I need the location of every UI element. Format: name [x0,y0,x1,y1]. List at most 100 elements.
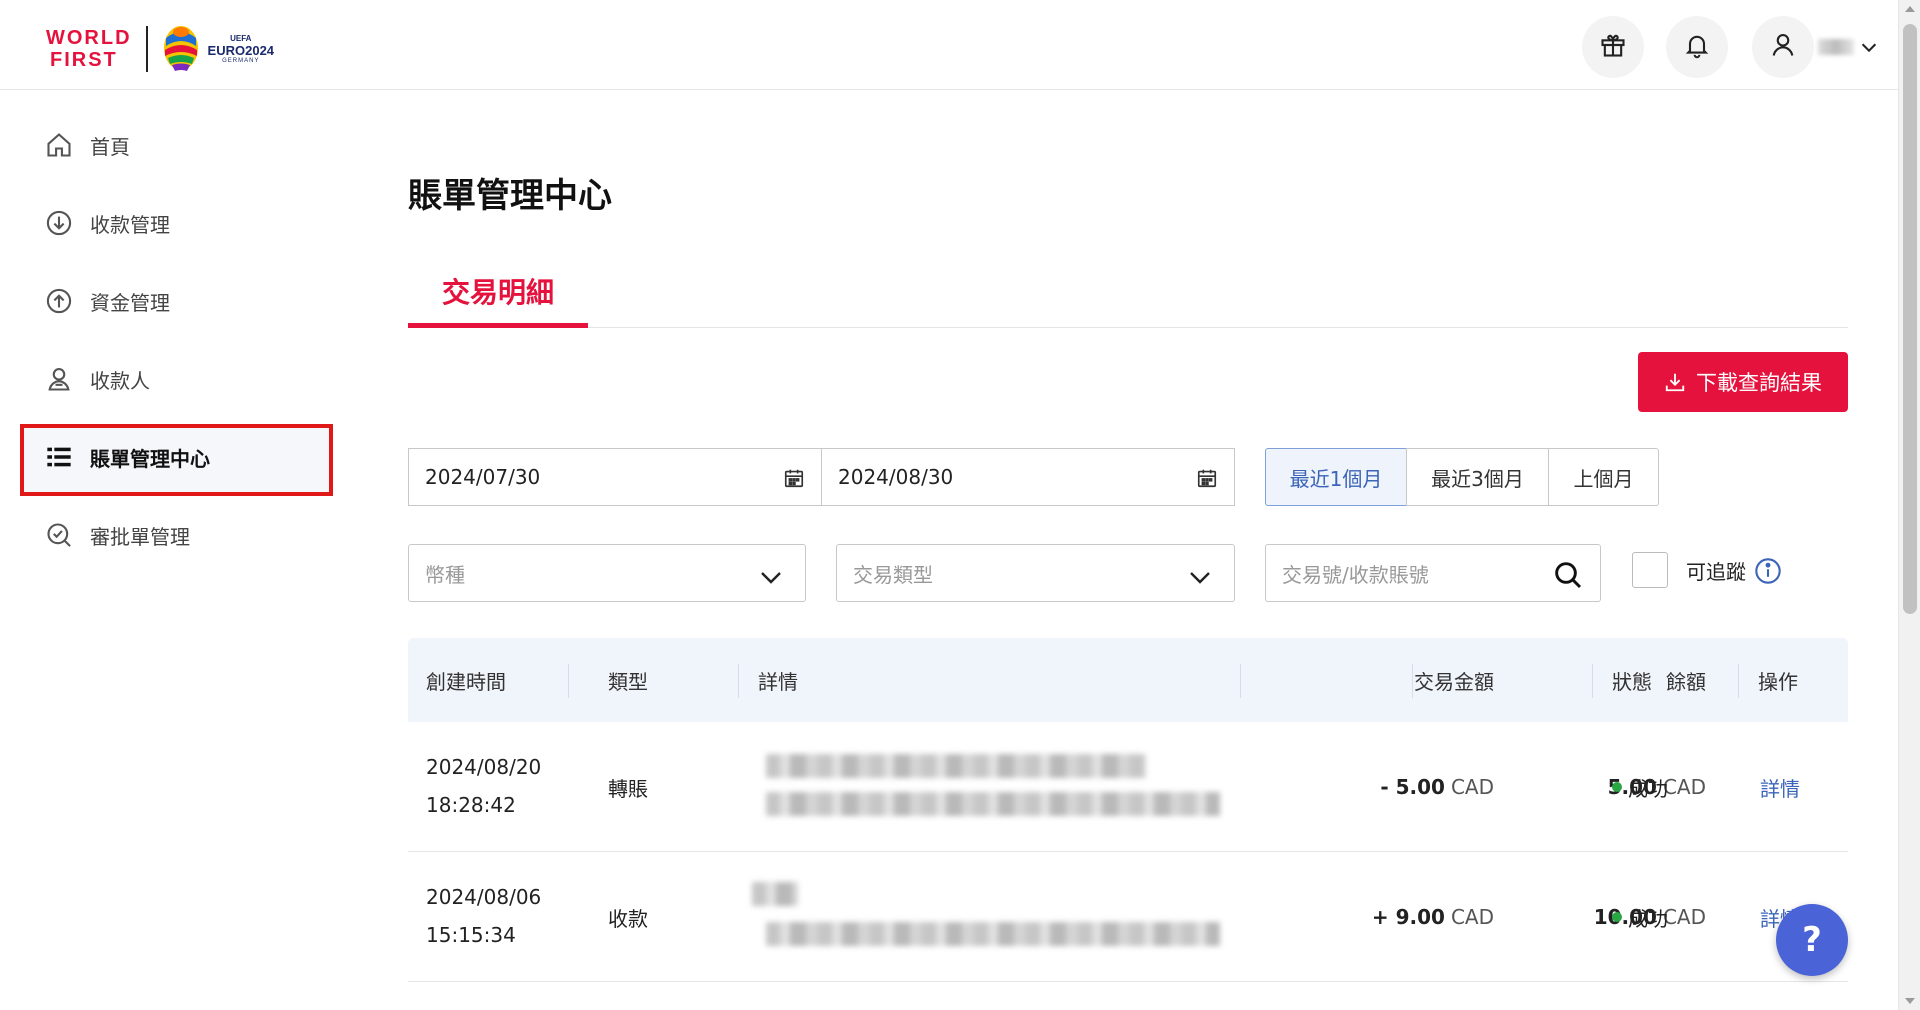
table-row: 2024/08/20 18:28:42 轉賬 - 5.00 CAD 5.00 CAD… [408,722,1848,852]
username-blurred [1818,39,1854,55]
info-icon[interactable] [1754,557,1782,585]
chevron-down-icon [1188,567,1212,591]
transaction-type-placeholder: 交易類型 [853,562,933,587]
row-date: 2024/08/06 [426,885,542,909]
header-created-time: 創建時間 [426,669,506,694]
download-icon [1664,371,1686,393]
amount-cell: - 5.00 CAD [1278,722,1494,852]
bell-icon [1683,31,1711,63]
avatar[interactable] [1752,16,1814,78]
top-header: WORLD FIRST UEFA EURO2024 GERMANY [0,0,1898,90]
approval-icon [44,520,74,550]
row-balance-currency: CAD [1662,905,1706,929]
amount-cell: + 9.00 CAD [1278,852,1494,982]
brand-logo[interactable]: WORLD FIRST UEFA EURO2024 GERMANY [46,24,274,74]
euro-2024-badge: UEFA EURO2024 GERMANY [208,34,274,64]
search-input[interactable]: 交易號/收款賬號 [1265,544,1601,602]
header-status: 狀態 [1612,669,1652,694]
row-status: 成功 [1628,776,1668,801]
euro-host: GERMANY [222,58,260,64]
logo-divider [145,26,148,72]
euro-title: EURO2024 [207,43,275,58]
scroll-thumb[interactable] [1903,24,1917,614]
details-redacted-line [752,882,798,906]
row-amount: - 5.00 [1380,775,1445,799]
page-title: 賬單管理中心 [408,176,612,216]
header-details: 詳情 [758,669,798,694]
range-last-3-months[interactable]: 最近3個月 [1406,448,1549,506]
row-amount-currency: CAD [1450,775,1494,799]
gift-button[interactable] [1582,16,1644,78]
currency-select[interactable]: 幣種 [408,544,806,602]
trackable-text: 可追蹤 [1686,560,1746,584]
details-cell [758,722,1238,852]
details-redacted-line [766,922,1220,946]
type-cell: 收款 [608,906,648,931]
upload-circle-icon [44,286,74,316]
trackable-label: 可追蹤 [1686,556,1782,585]
sidebar-item-label: 收款管理 [90,212,170,237]
tab-transaction-details[interactable]: 交易明細 [408,258,588,328]
row-date: 2024/08/20 [426,755,542,779]
details-redacted-line [766,754,1146,778]
date-from-input[interactable]: 2024/07/30 [408,448,822,506]
chevron-down-icon[interactable] [1858,36,1880,58]
range-last-1-month[interactable]: 最近1個月 [1265,448,1407,506]
date-from-value: 2024/07/30 [425,465,541,489]
row-balance-currency: CAD [1662,775,1706,799]
download-results-button[interactable]: 下載查詢結果 [1638,352,1848,412]
sidebar-item-label: 收款人 [90,368,150,393]
details-link[interactable]: 詳情 [1760,722,1800,852]
sidebar-item-funds[interactable]: 資金管理 [44,276,324,326]
status-dot [1612,912,1622,922]
row-amount-currency: CAD [1450,905,1494,929]
home-icon [44,130,74,160]
sidebar-item-collections[interactable]: 收款管理 [44,198,324,248]
download-circle-icon [44,208,74,238]
sidebar-item-home[interactable]: 首頁 [44,120,324,170]
list-icon [44,442,74,472]
page-scrollbar[interactable] [1898,0,1920,1010]
date-to-input[interactable]: 2024/08/30 [821,448,1235,506]
header-separator [568,664,569,698]
currency-placeholder: 幣種 [425,562,465,587]
details-cell [752,852,1238,982]
range-previous-month[interactable]: 上個月 [1548,448,1659,506]
scroll-up-arrow-icon[interactable] [1905,6,1915,12]
user-menu[interactable] [1752,16,1880,78]
header-action: 操作 [1758,669,1798,694]
calendar-icon[interactable] [1196,467,1218,494]
sidebar-item-payees[interactable]: 收款人 [44,354,324,404]
sidebar-item-approvals[interactable]: 審批單管理 [44,510,324,560]
header-separator [1592,664,1593,698]
calendar-icon[interactable] [783,467,805,494]
sidebar-item-bill-center[interactable]: 賬單管理中心 [44,432,324,482]
header-type: 類型 [608,669,648,694]
search-icon[interactable] [1552,559,1584,596]
notification-button[interactable] [1666,16,1728,78]
trackable-checkbox[interactable] [1632,552,1668,588]
brand-line1: WORLD [46,27,132,49]
person-icon [44,364,74,394]
sidebar-item-label: 審批單管理 [90,524,190,549]
header-amount: 交易金額 [1414,669,1494,694]
sidebar-item-label: 賬單管理中心 [90,446,210,471]
row-status: 成功 [1628,906,1668,931]
balance-cell: 5.00 CAD [1508,722,1706,852]
header-separator [1412,664,1413,698]
table-row: 2024/08/06 15:15:34 收款 + 9.00 CAD 10.00 CA… [408,852,1848,982]
help-button[interactable]: ? [1776,904,1848,976]
date-to-value: 2024/08/30 [838,465,954,489]
sidebar-item-label: 首頁 [90,134,130,159]
user-icon [1769,31,1797,63]
header-separator [1738,664,1739,698]
scroll-down-arrow-icon[interactable] [1905,998,1915,1004]
transaction-type-select[interactable]: 交易類型 [836,544,1235,602]
euro-trophy-icon [160,24,202,74]
table-header: 創建時間 類型 詳情 交易金額 餘額 狀態 操作 [408,638,1848,722]
type-cell: 轉賬 [608,776,648,801]
euro-uefa: UEFA [230,34,252,43]
status-badge: 成功 [1612,852,1668,982]
tab-bar: 交易明細 [408,258,1848,328]
created-time-cell: 2024/08/20 18:28:42 [426,748,541,824]
